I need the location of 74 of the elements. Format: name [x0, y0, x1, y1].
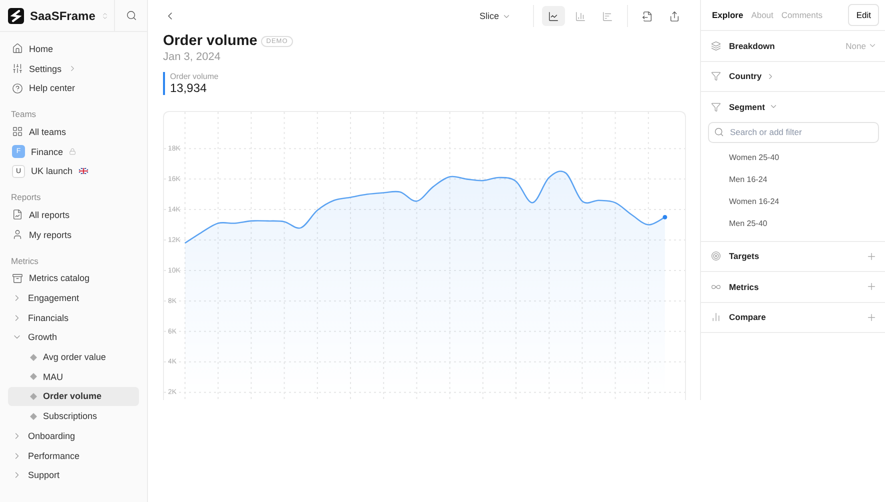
section-label[interactable]: Country: [729, 71, 762, 82]
home-icon: [12, 43, 23, 54]
view-button[interactable]: [542, 6, 565, 26]
nav-item[interactable]: All reports: [8, 205, 139, 225]
bar-chart-icon: [711, 312, 721, 322]
nav-item[interactable]: Engagement: [8, 288, 139, 308]
slice-dropdown[interactable]: Slice: [473, 10, 517, 22]
sliders-icon: [12, 63, 23, 74]
updown-icon: [101, 12, 110, 20]
workspace-name: SaaSFrame: [30, 8, 96, 22]
lock-icon: [69, 148, 76, 156]
archive-icon: [12, 272, 23, 284]
bar-chart-icon: [575, 10, 586, 22]
target-icon: [711, 251, 721, 262]
page-title: Order volume: [163, 33, 258, 49]
metric-label: Order volume: [170, 72, 220, 81]
nav-item[interactable]: Financials: [8, 308, 139, 328]
nav-item[interactable]: Performance: [8, 446, 139, 466]
plus-icon: [866, 312, 876, 323]
nav-item[interactable]: Growth: [8, 328, 139, 348]
section-title: Metrics: [11, 256, 40, 266]
filter-icon: [711, 102, 721, 112]
nav-item[interactable]: My reports: [8, 224, 139, 244]
plus-icon: [866, 281, 876, 292]
nav-item[interactable]: Home: [8, 39, 139, 59]
nav-item[interactable]: Settings: [8, 58, 139, 78]
panel-tab[interactable]: Explore: [712, 10, 744, 20]
metric-value: 13,934: [170, 81, 208, 95]
share-icon: [669, 10, 680, 22]
section-label[interactable]: Breakdown: [729, 40, 775, 51]
edit-button[interactable]: Edit: [848, 4, 879, 26]
section-label[interactable]: Segment: [729, 102, 765, 112]
plus-icon: [866, 250, 876, 262]
nav-item[interactable]: Order volume: [8, 386, 139, 406]
filter-option[interactable]: Men 25-40: [711, 212, 877, 234]
layers-icon: [711, 40, 721, 51]
filter-icon: [711, 71, 721, 82]
filter-option[interactable]: Women 16-24: [711, 190, 877, 212]
filter-search-field[interactable]: Search or add filter: [708, 122, 879, 142]
search-icon: [714, 126, 724, 136]
nav-item[interactable]: Support: [8, 465, 139, 486]
section-label[interactable]: Metrics: [729, 282, 759, 292]
user-icon: [12, 229, 23, 240]
file-arrow-icon: [642, 10, 653, 22]
nav-item[interactable]: Subscriptions: [8, 406, 139, 426]
nav-item[interactable]: MAU: [8, 366, 139, 387]
document-chart-icon: [12, 209, 23, 220]
section-label[interactable]: Targets: [729, 251, 760, 262]
diamond-icon: [30, 412, 37, 420]
search-icon: [126, 10, 136, 21]
add-button[interactable]: [865, 281, 877, 292]
section-title: Reports: [11, 192, 42, 202]
section-label[interactable]: Compare: [729, 312, 766, 322]
nav-item[interactable]: Onboarding: [8, 426, 139, 446]
add-button[interactable]: [865, 312, 877, 323]
line-chart-icon: [548, 10, 559, 22]
nav-item[interactable]: Avg order value: [8, 347, 139, 367]
filter-option[interactable]: Women 25-40: [711, 146, 877, 168]
add-button[interactable]: [865, 250, 877, 262]
nav-item[interactable]: All teams: [8, 122, 139, 142]
flag-icon: [78, 168, 88, 174]
sorted-bars-icon: [602, 10, 613, 22]
help-icon: [12, 82, 23, 94]
section-title: Teams: [11, 109, 38, 120]
date-text: Jan 3, 2024: [163, 51, 222, 63]
nav-item[interactable]: Help center: [8, 78, 139, 98]
chart-point: [662, 214, 668, 220]
nav-item[interactable]: Metrics catalog: [8, 268, 139, 288]
logo-icon: [8, 8, 24, 24]
diamond-icon: [30, 354, 37, 361]
grid-icon: [12, 126, 23, 138]
diamond-icon: [30, 373, 37, 380]
diamond-icon: [30, 392, 37, 400]
filter-option[interactable]: Men 16-24: [711, 168, 877, 190]
